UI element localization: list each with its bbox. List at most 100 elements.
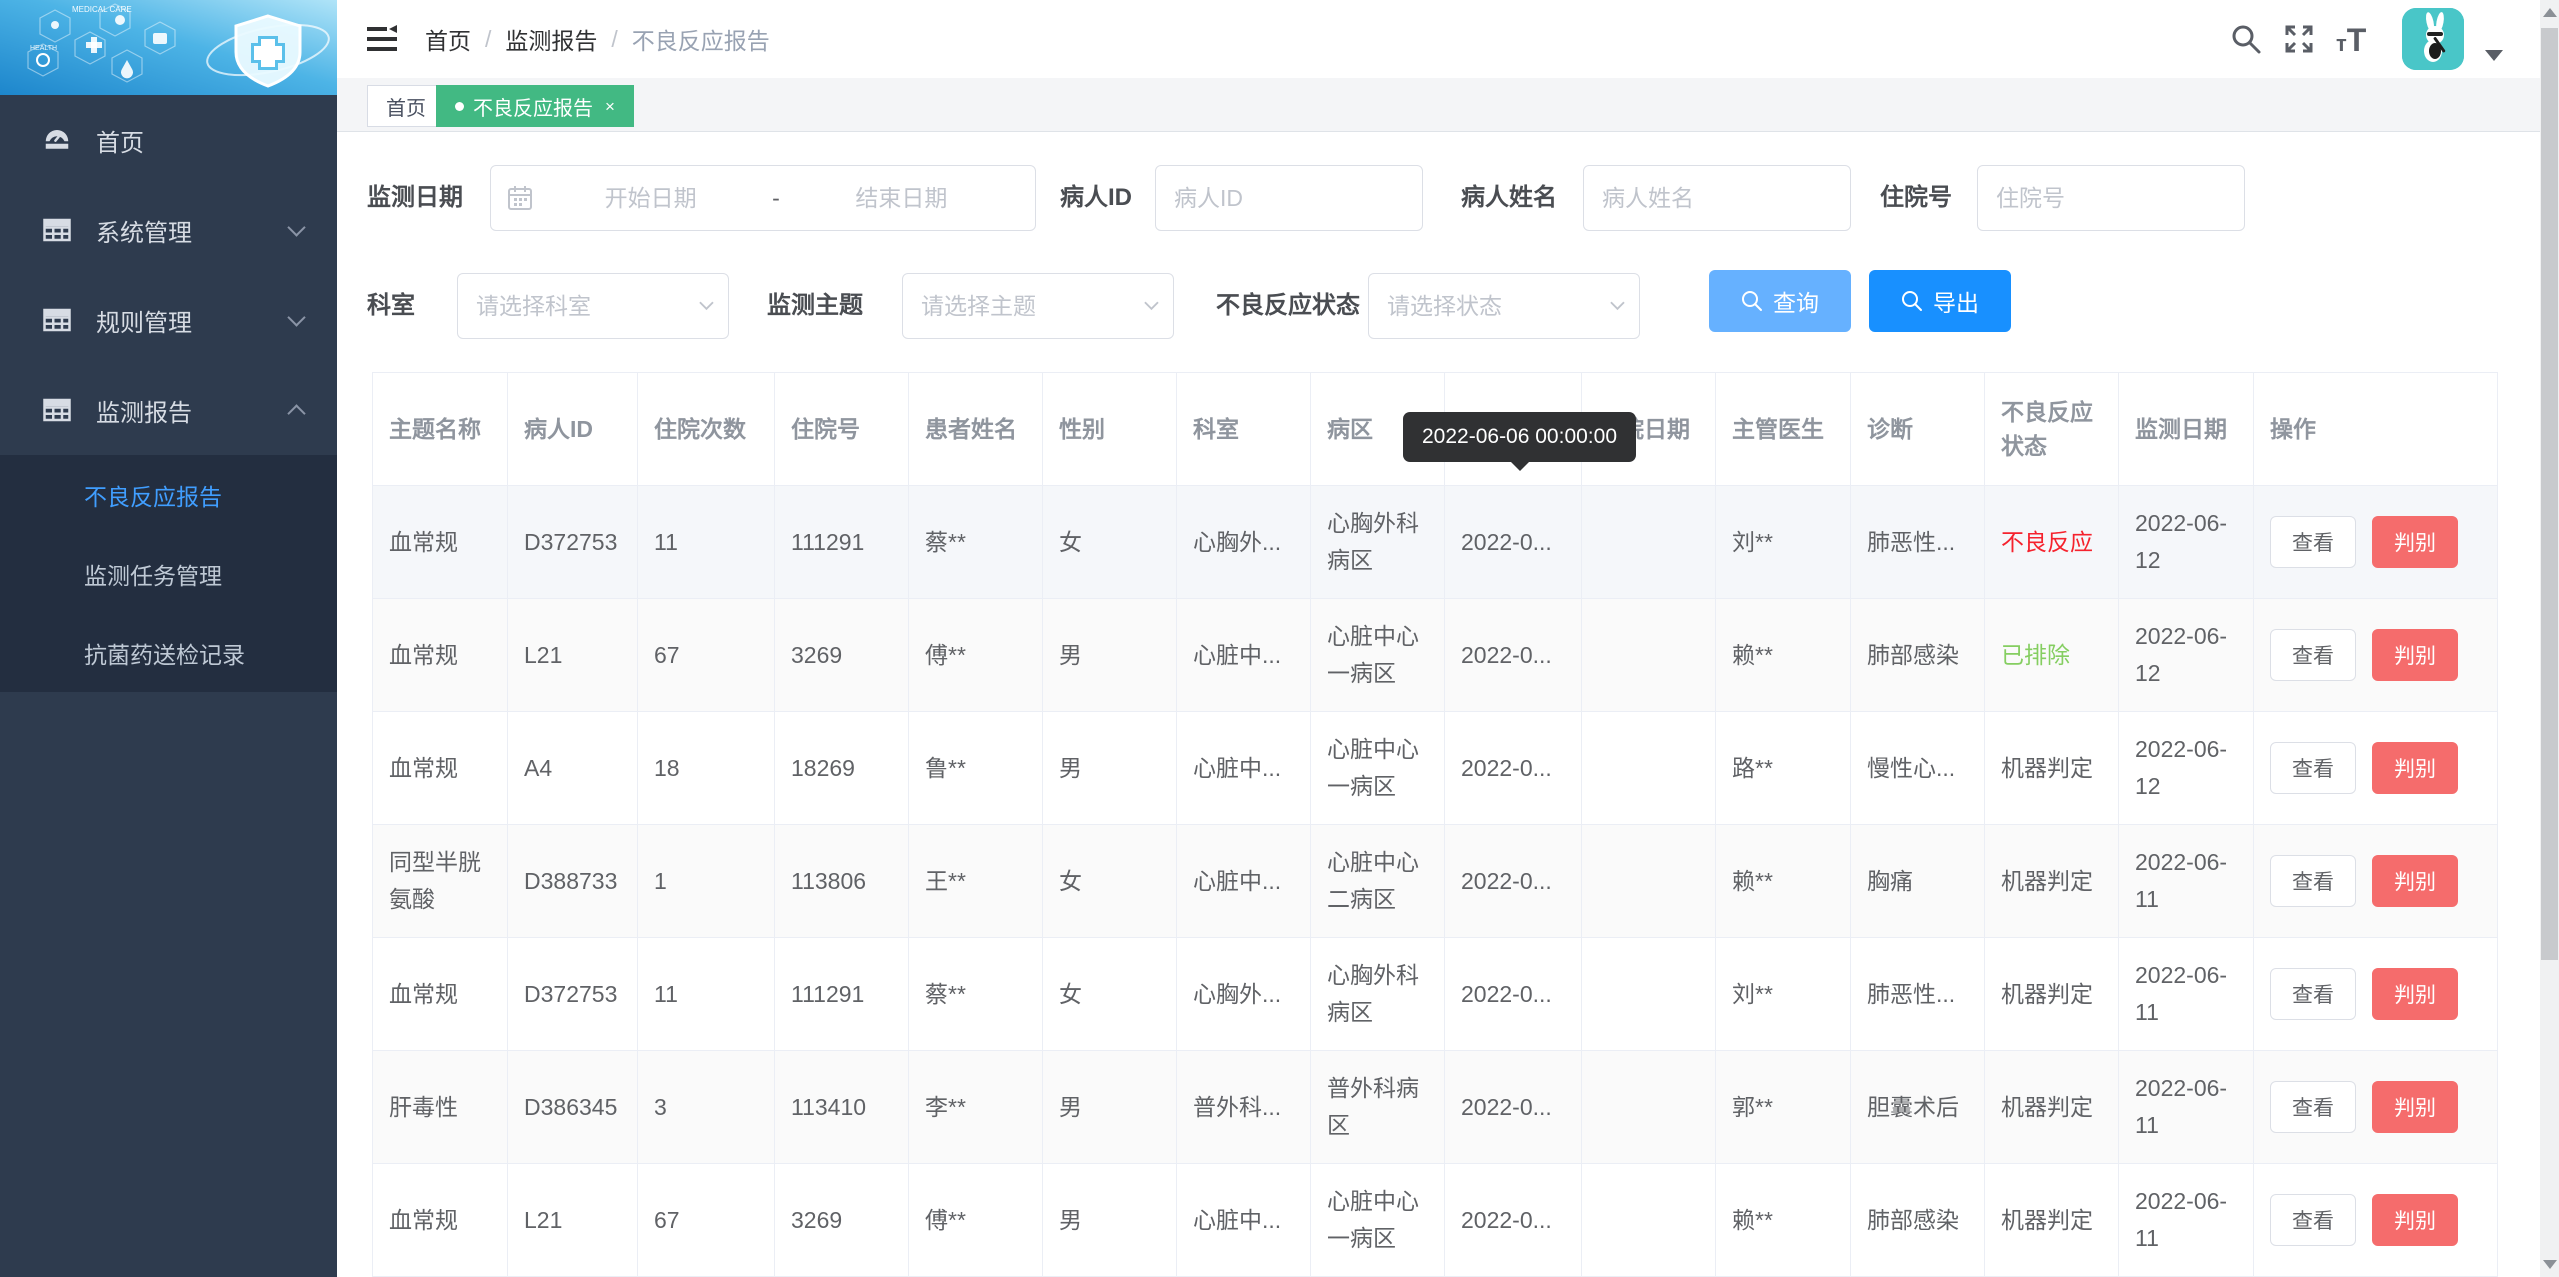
breadcrumb-home[interactable]: 首页 xyxy=(425,22,471,56)
date-tooltip: 2022-06-06 00:00:00 xyxy=(1403,412,1636,462)
judge-button[interactable]: 判别 xyxy=(2372,516,2458,568)
avatar[interactable] xyxy=(2402,8,2464,70)
cell-date: 2022-06-11 xyxy=(2119,938,2254,1051)
cell-name: 傅** xyxy=(909,599,1043,712)
start-date-input[interactable] xyxy=(533,166,768,230)
tag-adverse-reaction-report[interactable]: 不良反应报告 × xyxy=(436,85,634,127)
cell-sex: 女 xyxy=(1043,938,1177,1051)
font-size-icon[interactable]: тT xyxy=(2336,24,2380,56)
rabbit-avatar-image xyxy=(2402,8,2464,70)
col-admission-no: 住院号 xyxy=(775,373,909,486)
search-icon xyxy=(1741,290,1763,312)
hamburger-icon[interactable] xyxy=(367,25,397,53)
caret-down-icon[interactable] xyxy=(2485,50,2503,61)
adverse-status-label: 不良反应状态 xyxy=(1216,273,1360,339)
export-button[interactable]: 导出 xyxy=(1869,270,2011,332)
cell-out_date xyxy=(1582,1164,1716,1277)
monitor-topic-select[interactable] xyxy=(902,273,1174,339)
search-button-label: 查询 xyxy=(1773,284,1819,318)
patient-id-input[interactable] xyxy=(1156,166,1422,230)
cell-count: 3 xyxy=(638,1051,775,1164)
patient-name-input[interactable] xyxy=(1584,166,1850,230)
end-date-input[interactable] xyxy=(784,166,1019,230)
cell-sex: 男 xyxy=(1043,1051,1177,1164)
cell-actions: 查看判别 xyxy=(2254,825,2498,938)
monitor-topic-select-input[interactable] xyxy=(903,274,1144,338)
cell-count: 1 xyxy=(638,825,775,938)
tags-view-bar: 首页 不良反应报告 × xyxy=(337,78,2559,132)
cell-pid: L21 xyxy=(508,599,638,712)
cell-dept: 普外科... xyxy=(1177,1051,1311,1164)
breadcrumb-monitoring-report[interactable]: 监测报告 xyxy=(505,22,597,56)
sidebar-item-rule-management[interactable]: 规则管理 xyxy=(0,275,337,365)
adverse-status-select-input[interactable] xyxy=(1369,274,1610,338)
cell-status: 机器判定 xyxy=(1985,1051,2119,1164)
view-button[interactable]: 查看 xyxy=(2270,742,2356,794)
view-button[interactable]: 查看 xyxy=(2270,1194,2356,1246)
cell-pid: L21 xyxy=(508,1164,638,1277)
date-range-picker[interactable]: - xyxy=(490,165,1036,231)
judge-button[interactable]: 判别 xyxy=(2372,968,2458,1020)
cell-name: 李** xyxy=(909,1051,1043,1164)
judge-button[interactable]: 判别 xyxy=(2372,1194,2458,1246)
adverse-status-select[interactable] xyxy=(1368,273,1640,339)
sidebar-item-adverse-reaction-report[interactable]: 不良反应报告 xyxy=(0,455,337,534)
cell-actions: 查看判别 xyxy=(2254,1051,2498,1164)
scrollbar-up-arrow[interactable] xyxy=(2540,0,2559,26)
chevron-down-icon xyxy=(287,308,305,326)
scrollbar-down-arrow[interactable] xyxy=(2540,1251,2559,1277)
col-monitor-date: 监测日期 xyxy=(2119,373,2254,486)
search-icon[interactable] xyxy=(2230,23,2262,55)
view-button[interactable]: 查看 xyxy=(2270,968,2356,1020)
admission-no-input[interactable] xyxy=(1978,166,2244,230)
sidebar-item-monitoring-task-management[interactable]: 监测任务管理 xyxy=(0,534,337,613)
medical-banner-image: MEDICAL CARE HEALTH xyxy=(0,0,337,95)
cell-diag: 肺恶性... xyxy=(1851,486,1985,599)
sidebar-item-antibacterial-inspection-records[interactable]: 抗菌药送检记录 xyxy=(0,613,337,692)
cell-name: 蔡** xyxy=(909,938,1043,1051)
sidebar-menu: 首页 系统管理 规则管理 xyxy=(0,95,337,455)
view-button[interactable]: 查看 xyxy=(2270,1081,2356,1133)
judge-button[interactable]: 判别 xyxy=(2372,855,2458,907)
cell-diag: 胆囊术后 xyxy=(1851,1051,1985,1164)
sidebar-item-home[interactable]: 首页 xyxy=(0,95,337,185)
cell-out_date xyxy=(1582,599,1716,712)
judge-button[interactable]: 判别 xyxy=(2372,629,2458,681)
view-button[interactable]: 查看 xyxy=(2270,855,2356,907)
cell-adm: 113806 xyxy=(775,825,909,938)
cell-doctor: 路** xyxy=(1716,712,1851,825)
view-button[interactable]: 查看 xyxy=(2270,629,2356,681)
department-select[interactable] xyxy=(457,273,729,339)
col-patient-name: 患者姓名 xyxy=(909,373,1043,486)
cell-in_date: 2022-0... xyxy=(1445,486,1582,599)
banner-text-medical-care: MEDICAL CARE xyxy=(72,5,132,14)
cell-doctor: 郭** xyxy=(1716,1051,1851,1164)
cell-ward: 心脏中心一病区 xyxy=(1311,1164,1445,1277)
judge-button[interactable]: 判别 xyxy=(2372,1081,2458,1133)
breadcrumb: 首页 / 监测报告 / 不良反应报告 xyxy=(425,0,770,78)
close-icon[interactable]: × xyxy=(605,98,615,115)
judge-button[interactable]: 判别 xyxy=(2372,742,2458,794)
cell-pid: D372753 xyxy=(508,486,638,599)
tag-home[interactable]: 首页 xyxy=(367,85,445,127)
sidebar-item-system-management[interactable]: 系统管理 xyxy=(0,185,337,275)
cell-actions: 查看判别 xyxy=(2254,599,2498,712)
submenu-item-label: 抗菌药送检记录 xyxy=(84,636,245,670)
cell-sex: 男 xyxy=(1043,712,1177,825)
cell-dept: 心胸外... xyxy=(1177,486,1311,599)
patient-id-label: 病人ID xyxy=(1060,165,1132,231)
scrollbar-thumb[interactable] xyxy=(2541,28,2558,960)
monitor-topic-label: 监测主题 xyxy=(767,273,863,339)
department-label: 科室 xyxy=(367,273,415,339)
search-button[interactable]: 查询 xyxy=(1709,270,1851,332)
cell-sex: 男 xyxy=(1043,1164,1177,1277)
chevron-down-icon xyxy=(287,218,305,236)
sidebar-submenu: 不良反应报告 监测任务管理 抗菌药送检记录 xyxy=(0,455,337,692)
window-scrollbar[interactable] xyxy=(2540,0,2559,1277)
sidebar-item-monitoring-report[interactable]: 监测报告 xyxy=(0,365,337,455)
cell-diag: 肺部感染 xyxy=(1851,599,1985,712)
view-button[interactable]: 查看 xyxy=(2270,516,2356,568)
fullscreen-icon[interactable] xyxy=(2283,23,2315,55)
department-select-input[interactable] xyxy=(458,274,699,338)
col-diagnosis: 诊断 xyxy=(1851,373,1985,486)
